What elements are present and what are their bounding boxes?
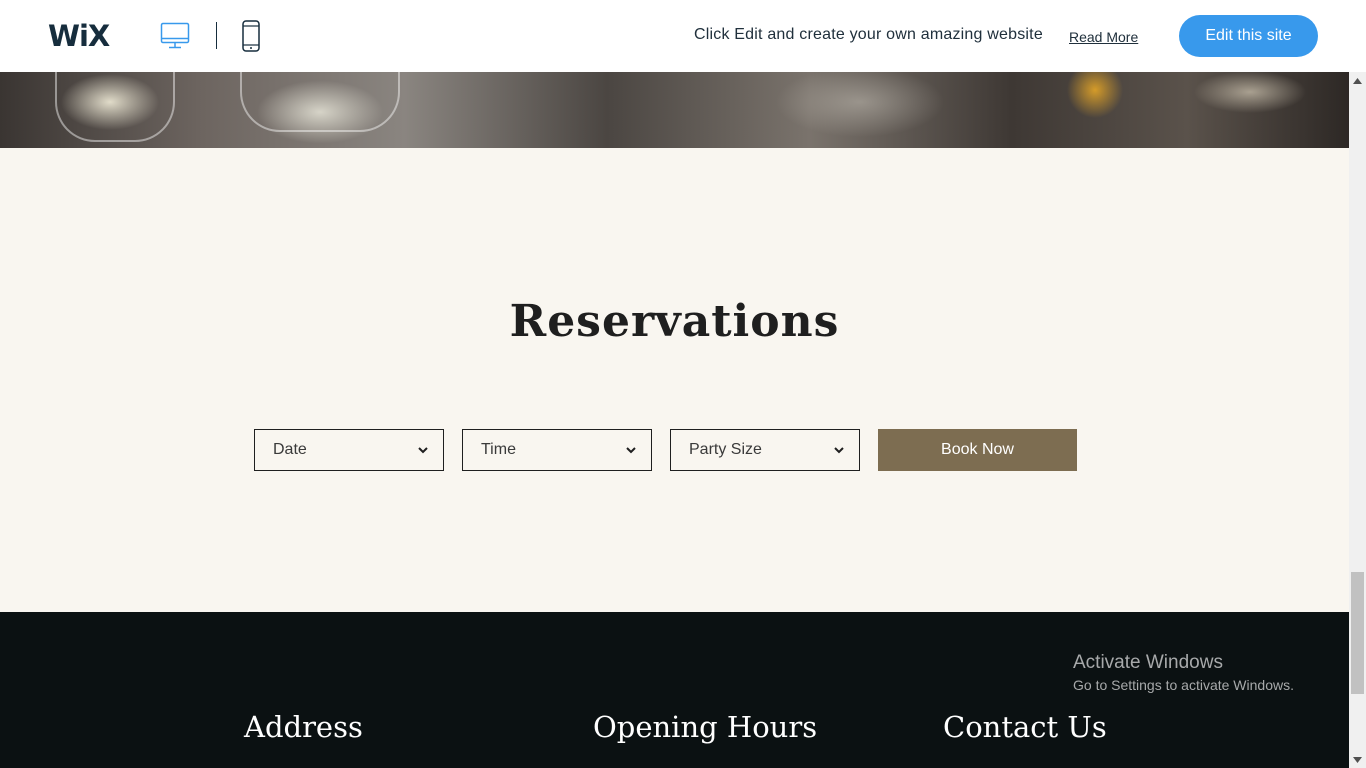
edit-site-button[interactable]: Edit this site	[1179, 15, 1318, 57]
device-separator	[216, 22, 217, 49]
scroll-up-arrow-icon[interactable]	[1349, 72, 1366, 89]
footer: Address Opening Hours Contact Us Activat…	[0, 612, 1349, 768]
scrollbar-thumb[interactable]	[1351, 572, 1364, 694]
time-select-label: Time	[481, 441, 516, 458]
address-heading: Address	[244, 710, 363, 744]
chevron-down-icon	[418, 447, 428, 454]
wine-glass-shape	[55, 72, 175, 142]
wix-logo[interactable]: WiX	[48, 19, 110, 53]
scroll-down-arrow-icon[interactable]	[1349, 751, 1366, 768]
wix-top-bar: WiX Click Edit and create your own amazi…	[0, 0, 1366, 72]
chevron-down-icon	[626, 447, 636, 454]
date-select[interactable]: Date	[254, 429, 444, 471]
time-select[interactable]: Time	[462, 429, 652, 471]
reservations-title: Reservations	[509, 296, 840, 347]
mobile-view-icon[interactable]	[241, 20, 261, 52]
read-more-link[interactable]: Read More	[1069, 29, 1138, 45]
book-now-button[interactable]: Book Now	[878, 429, 1077, 471]
reservations-section: Reservations Date Time Party Size Book N…	[0, 148, 1349, 612]
activate-windows-title: Activate Windows	[1073, 652, 1223, 673]
desktop-view-icon[interactable]	[160, 20, 190, 50]
contact-us-heading: Contact Us	[943, 710, 1107, 744]
party-size-select-label: Party Size	[689, 441, 762, 458]
activate-windows-subtitle: Go to Settings to activate Windows.	[1073, 677, 1294, 693]
hero-image	[0, 72, 1349, 148]
promo-text: Click Edit and create your own amazing w…	[694, 26, 1043, 43]
chevron-down-icon	[834, 447, 844, 454]
opening-hours-heading: Opening Hours	[593, 710, 818, 744]
date-select-label: Date	[273, 441, 307, 458]
wine-glass-shape	[240, 72, 400, 132]
party-size-select[interactable]: Party Size	[670, 429, 860, 471]
